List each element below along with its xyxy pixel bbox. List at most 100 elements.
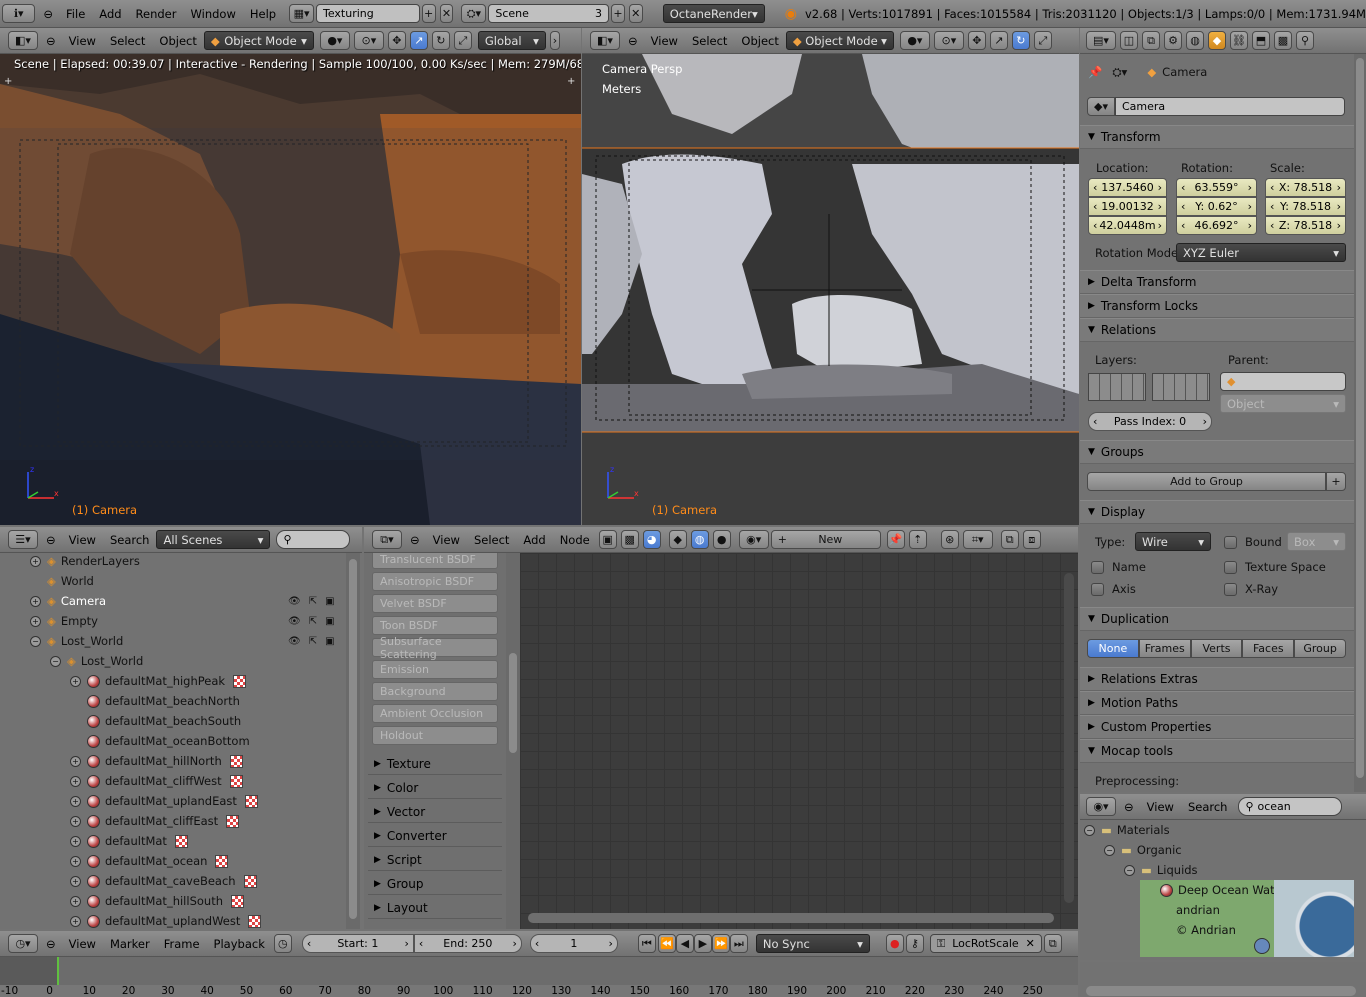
collapse-icon[interactable]: − xyxy=(50,655,61,667)
outliner-scrollbar[interactable] xyxy=(346,553,360,929)
rotation-x-field[interactable]: ‹ 63.559° › xyxy=(1176,178,1257,197)
outliner-item[interactable]: defaultMat_beachSouth xyxy=(70,711,241,731)
editor-type-outliner-icon[interactable]: ◉▾ xyxy=(1086,797,1116,816)
object-name-field[interactable]: Camera xyxy=(1115,97,1345,116)
shading-icon[interactable]: ●▾ xyxy=(319,31,350,50)
screen-layout-field[interactable]: Texturing xyxy=(316,4,420,23)
eye-icon[interactable]: 👁 xyxy=(288,616,301,627)
remove-scene-icon[interactable]: ✕ xyxy=(628,4,643,23)
browser-search-input[interactable]: ⚲ ocean xyxy=(1238,797,1343,816)
display-panel-header[interactable]: ▼ Display xyxy=(1080,500,1354,524)
scale-icon[interactable]: ⤢ xyxy=(453,31,472,50)
paste-icon[interactable]: ⧈ xyxy=(1022,530,1041,549)
node-toolbar-scrollbar[interactable] xyxy=(506,553,520,929)
translate-icon[interactable]: ↗ xyxy=(409,31,428,50)
node-category-header[interactable]: ▶ Texture xyxy=(368,753,502,775)
preview-range-icon[interactable]: ◷ xyxy=(273,934,292,953)
display-type-select[interactable]: Wire ▾ xyxy=(1135,532,1211,551)
bound-checkbox[interactable]: Bound xyxy=(1224,532,1282,552)
shader-nodes-icon[interactable]: ▣ xyxy=(598,530,617,549)
rotate-icon[interactable]: ↻ xyxy=(1011,31,1030,50)
world-shader-icon[interactable]: ◍ xyxy=(690,530,709,549)
menu-view[interactable]: View xyxy=(62,34,103,48)
menu-select[interactable]: Select xyxy=(103,34,152,48)
outliner-item[interactable]: − ◈ Lost_World xyxy=(30,631,123,651)
collapse-icon[interactable]: ⊖ xyxy=(40,34,62,48)
corner-plus-icon[interactable]: + xyxy=(567,76,575,87)
constraints-tab-icon[interactable]: ⛓ xyxy=(1230,31,1248,50)
transform-locks-panel-header[interactable]: ▶ Transform Locks xyxy=(1080,294,1354,318)
keying-icon[interactable]: ⚷ xyxy=(905,934,924,953)
rotation-mode-select[interactable]: XYZ Euler ▾ xyxy=(1176,243,1346,262)
orientation-select[interactable]: Global ▾ xyxy=(477,31,546,50)
menu-help[interactable]: Help xyxy=(243,7,283,21)
render-icon[interactable]: ▣ xyxy=(325,636,334,647)
scene-tab-icon[interactable]: ⚙ xyxy=(1164,31,1182,50)
menu-select[interactable]: Select xyxy=(467,533,516,547)
new-material-button[interactable]: + New xyxy=(770,530,881,549)
render-tab-icon[interactable]: ◫ xyxy=(1120,31,1138,50)
outliner-item[interactable]: ◈ World xyxy=(30,571,94,591)
node-category-header[interactable]: ▶ Vector xyxy=(368,801,502,823)
shader-node-button[interactable]: Toon BSDF xyxy=(372,616,498,635)
menu-view[interactable]: View xyxy=(62,533,103,547)
outliner-item[interactable]: + defaultMat xyxy=(70,831,188,851)
pass-index-field[interactable]: ‹ Pass Index: 0 › xyxy=(1088,412,1212,431)
menu-object[interactable]: Object xyxy=(152,34,203,48)
material-sphere-icon[interactable]: ● xyxy=(712,530,731,549)
duplication-verts-button[interactable]: Verts xyxy=(1190,639,1243,658)
node-canvas-hscroll[interactable] xyxy=(528,913,1054,923)
jump-start-icon[interactable]: ⏮ xyxy=(637,934,656,953)
expand-icon[interactable]: + xyxy=(30,555,41,567)
delta-transform-panel-header[interactable]: ▶ Delta Transform xyxy=(1080,270,1354,294)
duplication-group-button[interactable]: Group xyxy=(1294,639,1346,658)
manipulator-icon[interactable]: ✥ xyxy=(387,31,406,50)
expand-icon[interactable]: + xyxy=(30,615,41,627)
expand-icon[interactable]: + xyxy=(30,595,41,607)
rotation-y-field[interactable]: ‹ Y: 0.62° › xyxy=(1176,197,1257,216)
browser-hscroll[interactable] xyxy=(1086,986,1356,996)
outliner-item[interactable]: defaultMat_beachNorth xyxy=(70,691,240,711)
layers-grid-right[interactable] xyxy=(1152,373,1210,401)
rotate-icon[interactable]: ↻ xyxy=(431,31,450,50)
scene-field[interactable]: Scene 3 xyxy=(488,4,610,23)
outliner-item[interactable]: + ◈ Camera xyxy=(30,591,106,611)
outliner-item[interactable]: + defaultMat_cliffEast xyxy=(70,811,240,831)
keying-set-field[interactable]: ⚿ LocRotScale ✕ xyxy=(929,934,1042,953)
shader-node-button[interactable]: Background xyxy=(372,682,498,701)
cursor-icon[interactable]: ⇱ xyxy=(309,596,317,607)
eye-icon[interactable]: 👁 xyxy=(288,596,301,607)
node-category-header[interactable]: ▶ Layout xyxy=(368,897,502,919)
add-group-plus-icon[interactable]: + xyxy=(1326,472,1346,491)
outliner-item[interactable]: + defaultMat_highPeak xyxy=(70,671,247,691)
custom-properties-panel-header[interactable]: ▶ Custom Properties xyxy=(1080,715,1354,739)
expand-icon[interactable]: + xyxy=(70,855,81,867)
collapse-icon[interactable]: ⊖ xyxy=(622,34,644,48)
screen-layout-icon[interactable]: ▦▾ xyxy=(289,4,314,23)
properties-scrollbar[interactable] xyxy=(1354,54,1366,792)
collapse-icon[interactable]: ⊖ xyxy=(404,533,426,547)
node-category-header[interactable]: ▶ Converter xyxy=(368,825,502,847)
copy-icon[interactable]: ⧉ xyxy=(1000,530,1019,549)
object-tab-icon[interactable]: ◆ xyxy=(1208,31,1226,50)
play-icon[interactable]: ▶ xyxy=(693,934,712,953)
menu-node[interactable]: Node xyxy=(553,533,597,547)
outliner-search-input[interactable]: ⚲ xyxy=(276,530,351,549)
shader-node-button[interactable]: Holdout xyxy=(372,726,498,745)
editor-type-3d-icon[interactable]: ◧▾ xyxy=(590,31,620,50)
editor-type-3d-icon[interactable]: ◧▾ xyxy=(8,31,38,50)
editor-type-node-icon[interactable]: ⧉▾ xyxy=(372,530,402,549)
outliner-item[interactable]: + defaultMat_hillSouth xyxy=(70,891,244,911)
jump-keyframe-back-icon[interactable]: ⏪ xyxy=(657,934,676,953)
play-reverse-icon[interactable]: ◀ xyxy=(675,934,694,953)
relations-extras-panel-header[interactable]: ▶ Relations Extras xyxy=(1080,667,1354,691)
node-category-header[interactable]: ▶ Group xyxy=(368,873,502,895)
jump-keyframe-forward-icon[interactable]: ⏩ xyxy=(711,934,730,953)
data-tab-icon[interactable]: ⬒ xyxy=(1252,31,1270,50)
object-shader-icon[interactable]: ◆ xyxy=(668,530,687,549)
axis-checkbox[interactable]: Axis xyxy=(1091,579,1136,599)
rotation-z-field[interactable]: ‹ 46.692° › xyxy=(1176,216,1257,235)
shader-node-button[interactable]: Translucent BSDF xyxy=(372,553,498,569)
tree-organic[interactable]: − ▬ Organic xyxy=(1104,840,1182,860)
render-icon[interactable]: ▣ xyxy=(325,616,334,627)
